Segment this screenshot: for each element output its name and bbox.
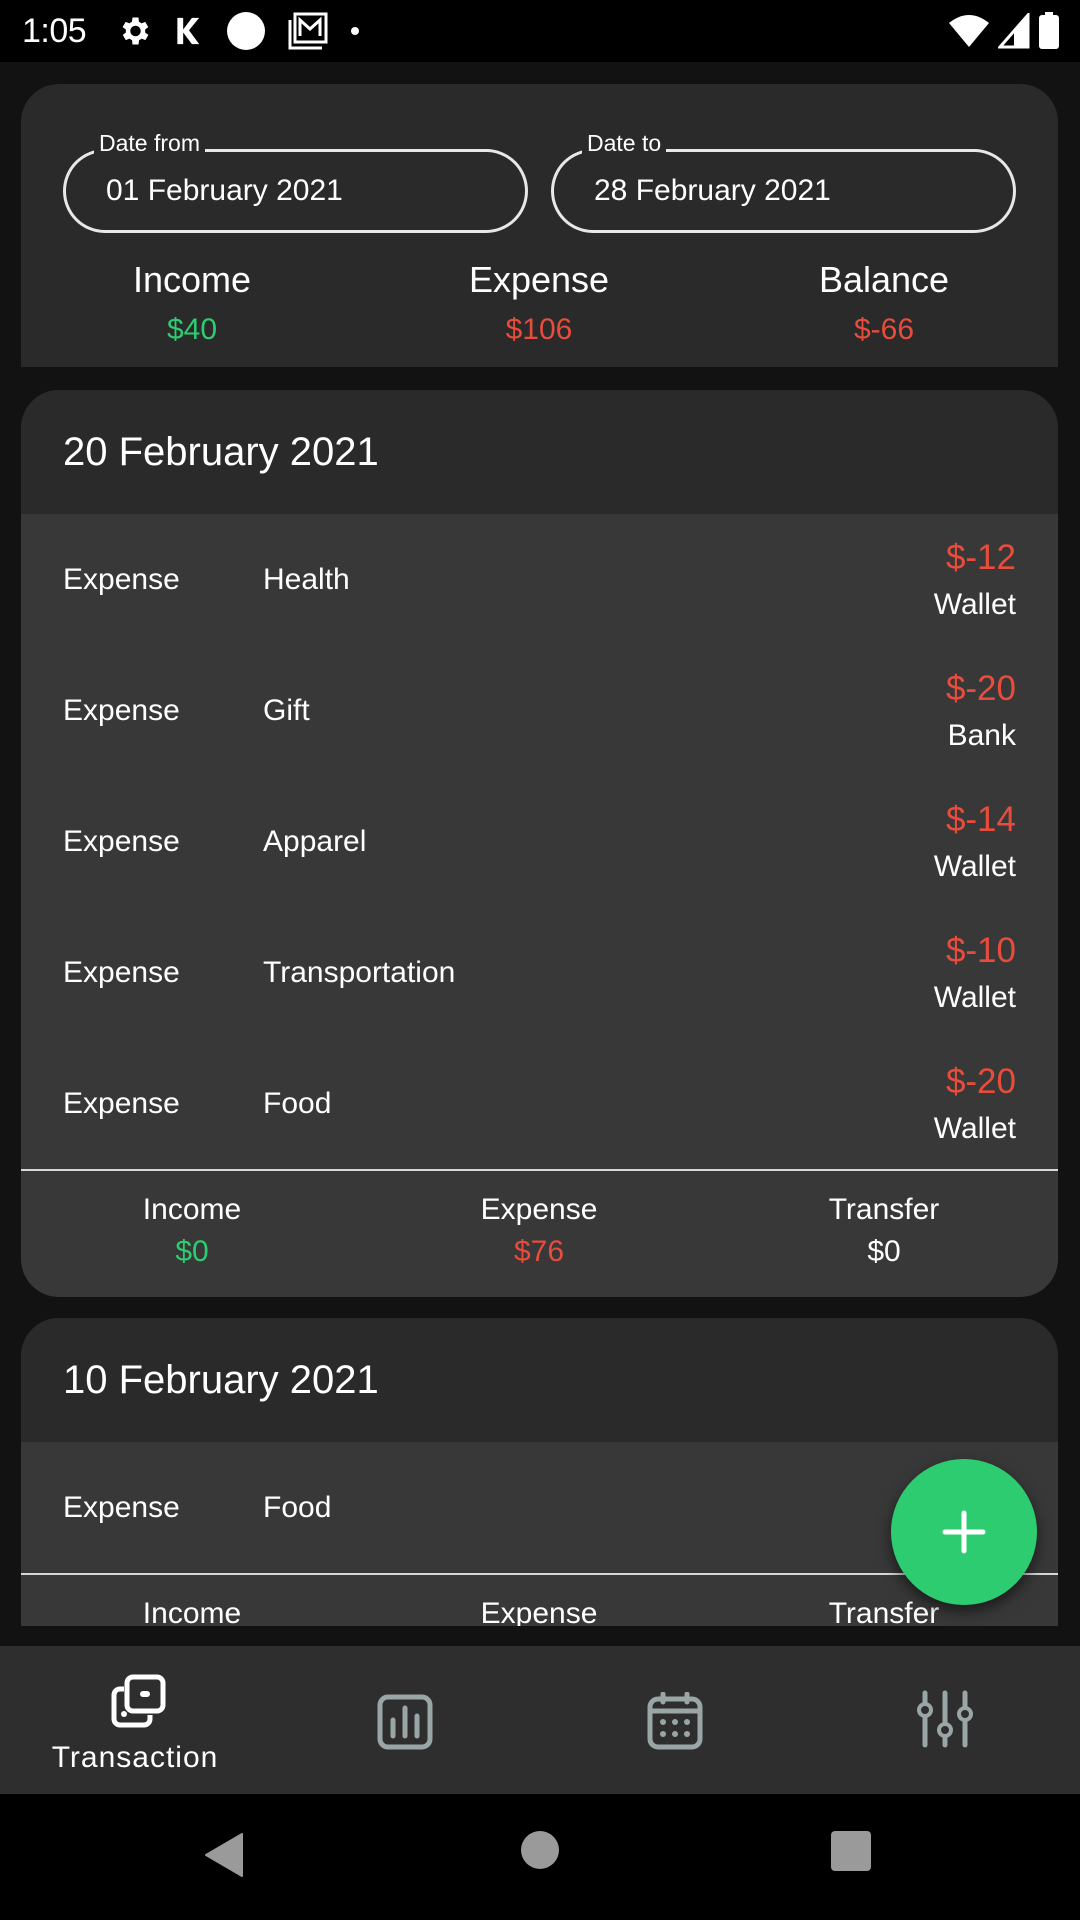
transaction-list[interactable]: Date from 01 February 2021 Date to 28 Fe… [0,62,1080,1626]
transaction-amount: $-14 [945,800,1016,839]
group-expense-label: Expense [480,1597,598,1626]
group-expense-label: Expense [480,1193,598,1226]
summary-expense: Expense $106 [389,259,689,347]
transaction-row[interactable]: Expense Gift $-20 Bank [21,645,1058,776]
bottom-navigation: Transaction [0,1646,1080,1794]
transaction-type: Expense [63,824,180,858]
summary-income: Income $40 [42,259,342,347]
transaction-category: Health [263,562,350,596]
transaction-amount: $-12 [945,538,1016,577]
calendar-icon [647,1691,703,1755]
summary-income-label: Income [132,259,252,300]
transaction-account: Wallet [933,1112,1016,1145]
transaction-row[interactable]: Expense Transportation $-10 Wallet [21,907,1058,1038]
circle-app-icon [226,11,266,51]
day-group-date: 10 February 2021 [21,1318,1058,1442]
group-income-label: Income [142,1193,242,1226]
summary-balance-label: Balance [818,259,950,300]
transaction-category: Gift [263,693,310,727]
date-from-value: 01 February 2021 [106,174,343,207]
status-bar: 1:05 [0,0,1080,62]
settings-gear-icon [116,11,152,51]
transaction-row[interactable]: Expense Food $-20 Wallet [21,1038,1058,1169]
settings-sliders-icon [917,1690,973,1753]
summary-balance: Balance $-66 [734,259,1034,347]
transaction-amount: $-10 [945,931,1016,970]
transaction-category: Transportation [263,955,456,989]
transaction-row[interactable]: Expense Health $-12 Wallet [21,514,1058,645]
date-to-value: 28 February 2021 [594,174,831,207]
day-group-totals: Income Expense Transfer [21,1575,1058,1626]
plus-icon [942,1510,986,1554]
k-app-icon [174,11,204,51]
nav-tab-transaction[interactable]: Transaction [0,1646,270,1794]
summary-expense-label: Expense [468,259,610,300]
day-group-date: 20 February 2021 [21,390,1058,514]
day-group-card: 20 February 2021 Expense Health $-12 Wal… [21,390,1058,1297]
group-transfer-label: Transfer [828,1193,940,1226]
chart-icon [377,1694,433,1755]
status-time: 1:05 [22,11,87,50]
group-transfer-value: $0 [867,1235,901,1268]
group-expense-value: $76 [513,1235,565,1268]
date-to-field[interactable]: Date to 28 February 2021 [551,130,1016,233]
transaction-account: Wallet [933,850,1016,883]
transaction-icon [104,1674,166,1737]
transaction-account: Wallet [933,588,1016,621]
date-to-label: Date to [582,130,667,157]
add-transaction-button[interactable] [891,1459,1037,1605]
date-from-label: Date from [94,130,205,157]
nav-tab-calendar[interactable] [540,1646,810,1794]
home-icon[interactable] [520,1830,560,1875]
cellular-signal-icon [996,11,1030,54]
system-navigation-bar [0,1794,1080,1920]
gmail-icon [288,11,328,51]
nav-tab-statistics[interactable] [270,1646,540,1794]
transaction-account: Wallet [933,981,1016,1014]
nav-tab-label: Transaction [51,1741,219,1774]
battery-icon [1038,12,1060,55]
group-income-value: $0 [175,1235,209,1268]
summary-expense-value: $106 [505,313,573,346]
transaction-type: Expense [63,562,180,596]
summary-card: Date from 01 February 2021 Date to 28 Fe… [21,84,1058,367]
wifi-icon [948,13,990,54]
date-from-field[interactable]: Date from 01 February 2021 [63,130,528,233]
transaction-type: Expense [63,1086,180,1120]
transaction-row[interactable]: Expense Apparel $-14 Wallet [21,776,1058,907]
dot-icon [350,11,360,51]
transaction-type: Expense [63,1490,180,1524]
transaction-category: Apparel [263,824,367,858]
day-group-totals: Income $0 Expense $76 Transfer $0 [21,1171,1058,1297]
transaction-category: Food [263,1086,332,1120]
group-transfer-label: Transfer [828,1597,940,1626]
recents-icon[interactable] [830,1830,872,1877]
group-income-label: Income [142,1597,242,1626]
day-group-card: 10 February 2021 Expense Food Income Exp… [21,1318,1058,1626]
transaction-account: Bank [947,719,1016,752]
summary-income-value: $40 [166,313,218,346]
transaction-amount: $-20 [945,1062,1016,1101]
transaction-type: Expense [63,955,180,989]
transaction-amount: $-20 [945,669,1016,708]
summary-balance-value: $-66 [853,313,915,346]
transaction-category: Food [263,1490,332,1524]
nav-tab-settings[interactable] [810,1646,1080,1794]
transaction-type: Expense [63,693,180,727]
back-icon[interactable] [204,1832,244,1883]
